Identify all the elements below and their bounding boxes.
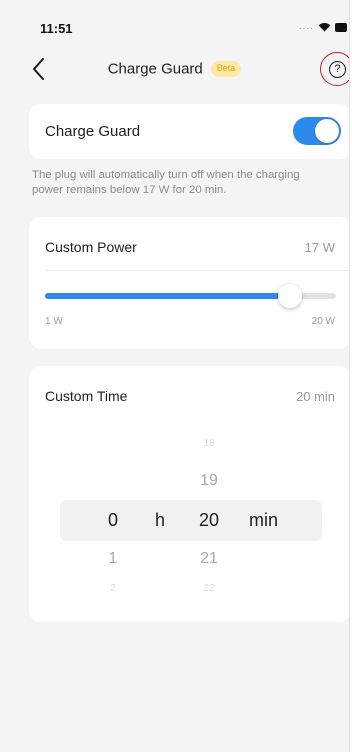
toggle-knob	[315, 119, 339, 143]
nav-title-group: Charge Guard Beta	[0, 60, 349, 78]
help-button[interactable]: ?	[320, 52, 349, 86]
nav-bar: Charge Guard Beta ?	[0, 50, 349, 90]
custom-power-label: Custom Power	[45, 239, 137, 255]
hour-selected[interactable]: 0	[93, 510, 133, 531]
custom-time-value: 20 min	[295, 389, 335, 404]
slider-max-label: 20 W	[311, 316, 335, 327]
minute-option[interactable]: 19	[189, 472, 229, 490]
app-screen: 11:51 .... Charge Guard Beta ? Charge Gua…	[0, 0, 350, 752]
question-circle-icon: ?	[329, 61, 346, 78]
page-title: Charge Guard	[107, 60, 203, 78]
wifi-icon	[318, 22, 331, 32]
status-time: 11:51	[40, 21, 73, 36]
beta-badge: Beta	[210, 60, 242, 77]
power-slider-fill	[45, 293, 291, 299]
hour-option[interactable]: 1	[93, 550, 133, 568]
status-icons: ....	[299, 22, 347, 32]
hour-option[interactable]: 2	[93, 583, 133, 594]
minute-option[interactable]: 21	[189, 550, 229, 568]
power-slider-track[interactable]	[45, 284, 336, 308]
status-bar: 11:51 ....	[0, 0, 349, 44]
charge-guard-toggle[interactable]	[293, 117, 341, 145]
minute-option[interactable]: 18	[189, 438, 229, 449]
charge-guard-label: Charge Guard	[45, 123, 141, 140]
custom-time-label: Custom Time	[45, 388, 128, 404]
power-slider-thumb[interactable]	[278, 284, 303, 308]
battery-icon	[335, 22, 347, 32]
minute-selected[interactable]: 20	[189, 510, 229, 531]
hour-unit-label: h	[155, 510, 166, 530]
slider-min-label: 1 W	[45, 316, 63, 327]
minute-option[interactable]: 22	[189, 583, 229, 594]
custom-time-card: Custom Time 20 min 18 19 0 h 20 min 1 21…	[29, 366, 349, 622]
minute-unit-label: min	[249, 510, 279, 530]
charge-guard-description: The plug will automatically turn off whe…	[32, 169, 300, 196]
custom-power-card: Custom Power 17 W 1 W 20 W	[29, 217, 349, 349]
custom-power-value: 17 W	[304, 240, 335, 255]
signal-dots: ....	[298, 21, 314, 32]
charge-guard-card: Charge Guard	[29, 104, 349, 159]
divider	[45, 270, 349, 271]
